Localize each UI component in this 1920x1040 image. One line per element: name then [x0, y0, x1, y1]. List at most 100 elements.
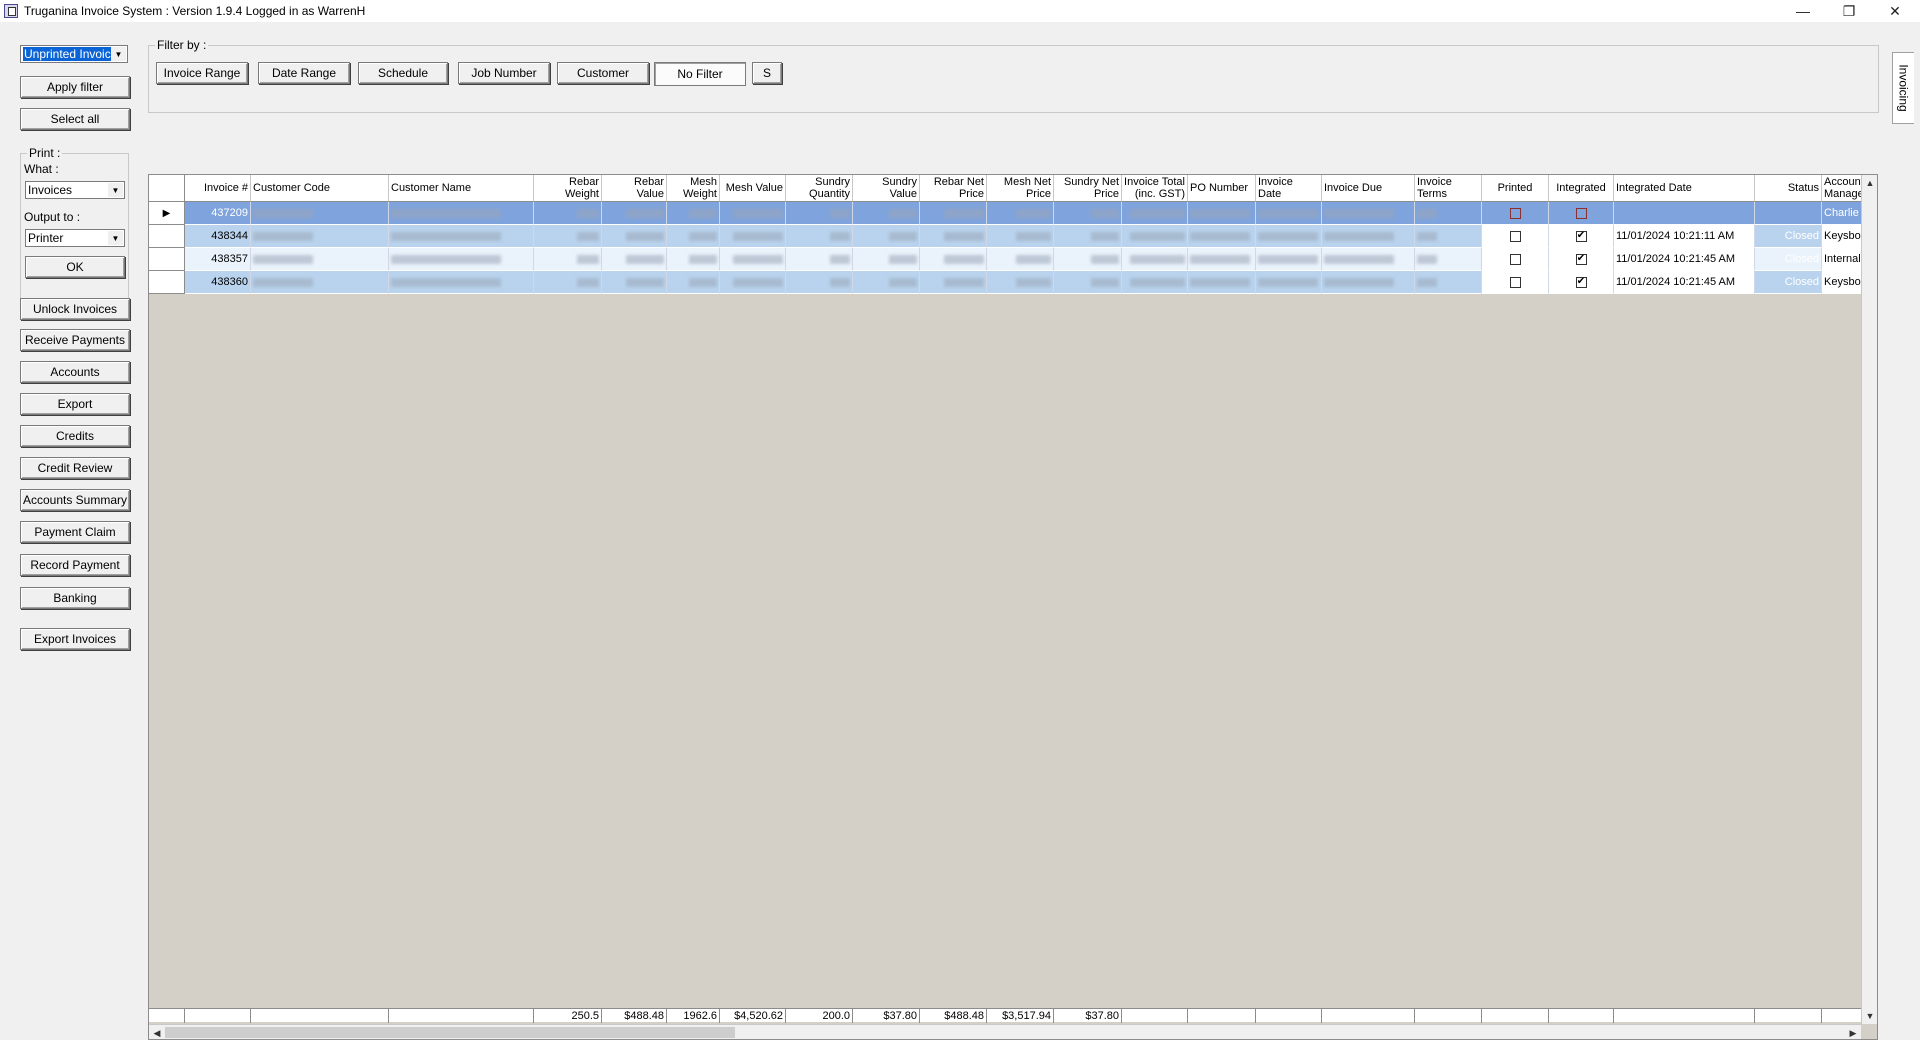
horizontal-scroll-thumb[interactable] — [165, 1027, 735, 1038]
integrated-checkbox[interactable]: ✔ — [1575, 230, 1587, 242]
filter-combo[interactable]: Unprinted Invoices ▼ — [20, 45, 128, 63]
filter-schedule-button[interactable]: Schedule — [358, 62, 448, 84]
column-header-label: Invoice Due — [1324, 182, 1383, 194]
accounts-button[interactable]: Accounts — [20, 361, 130, 383]
credits-button[interactable]: Credits — [20, 425, 130, 447]
column-header-label: Integrated Date — [1616, 182, 1692, 194]
column-header-printed[interactable]: Printed — [1482, 175, 1549, 202]
invoice-grid[interactable]: Invoice # Customer Code Customer Name Rebar… — [148, 174, 1878, 1040]
column-header-po-number[interactable]: PO Number — [1188, 175, 1256, 202]
window-title: Truganina Invoice System : Version 1.9.4… — [24, 4, 366, 18]
cell-po-number — [1188, 271, 1256, 294]
column-header-mesh-net-price[interactable]: Mesh Net Price — [987, 175, 1054, 202]
integrated-checkbox[interactable] — [1575, 207, 1587, 219]
row-selector[interactable]: ▶ — [149, 202, 185, 225]
column-header-sundry-value[interactable]: Sundry Value — [853, 175, 920, 202]
scroll-left-icon[interactable]: ◀ — [149, 1025, 165, 1039]
export-invoices-button[interactable]: Export Invoices — [20, 628, 130, 650]
cell-rebar-weight — [534, 202, 602, 225]
cell-printed[interactable] — [1482, 202, 1549, 225]
apply-filter-button[interactable]: Apply filter — [20, 76, 130, 98]
cell-printed[interactable] — [1482, 271, 1549, 294]
cell-sundry-quantity — [786, 202, 853, 225]
column-header-rebar-value[interactable]: Rebar Value — [602, 175, 667, 202]
total-po-number — [1188, 1009, 1256, 1023]
receive-payments-button[interactable]: Receive Payments — [20, 329, 130, 351]
cell-integrated[interactable]: ✔ — [1549, 271, 1614, 294]
chevron-down-icon[interactable]: ▼ — [108, 183, 123, 197]
row-selector[interactable] — [149, 248, 185, 271]
column-header-integrated-date[interactable]: Integrated Date — [1614, 175, 1755, 202]
cell-mesh-value — [720, 248, 786, 271]
accounts-summary-button[interactable]: Accounts Summary — [20, 489, 130, 511]
filter-job-number-button[interactable]: Job Number — [458, 62, 550, 84]
cell-integrated-date: 11/01/2024 10:21:45 AM — [1614, 248, 1755, 271]
column-header-sundry-net-price[interactable]: Sundry Net Price — [1054, 175, 1122, 202]
restore-button[interactable]: ❐ — [1826, 0, 1872, 22]
filter-no-filter-button[interactable]: No Filter — [654, 62, 746, 86]
integrated-checkbox[interactable]: ✔ — [1575, 253, 1587, 265]
horizontal-scrollbar[interactable]: ◀ ▶ — [149, 1024, 1861, 1039]
total-integrated — [1549, 1009, 1614, 1023]
scroll-up-icon[interactable]: ▲ — [1862, 175, 1877, 191]
cell-integrated[interactable]: ✔ — [1549, 225, 1614, 248]
row-selector[interactable] — [149, 225, 185, 248]
total-rebar-net-price: $488.48 — [920, 1009, 987, 1023]
column-header-mesh-value[interactable]: Mesh Value — [720, 175, 786, 202]
cell-account-manager: Internal — [1822, 248, 1862, 271]
cell-integrated[interactable]: ✔ — [1549, 248, 1614, 271]
what-combo[interactable]: Invoices ▼ — [25, 181, 125, 199]
minimize-button[interactable]: — — [1780, 0, 1826, 22]
column-header-mesh-weight[interactable]: Mesh Weight — [667, 175, 720, 202]
column-header-rebar-net-price[interactable]: Rebar Net Price — [920, 175, 987, 202]
integrated-checkbox[interactable]: ✔ — [1575, 276, 1587, 288]
redacted-value — [1258, 231, 1318, 241]
row-selector[interactable] — [149, 271, 185, 294]
chevron-down-icon[interactable]: ▼ — [108, 231, 123, 245]
column-header-invoice-date[interactable]: Invoice Date — [1256, 175, 1322, 202]
column-header-customer-name[interactable]: Customer Name — [389, 175, 534, 202]
credit-review-button[interactable]: Credit Review — [20, 457, 130, 479]
output-combo[interactable]: Printer ▼ — [25, 229, 125, 247]
banking-button[interactable]: Banking — [20, 587, 130, 609]
vertical-scrollbar[interactable]: ▲ ▼ — [1861, 175, 1877, 1024]
total-mesh-value: $4,520.62 — [720, 1009, 786, 1023]
column-header-rebar-weight[interactable]: Rebar Weight — [534, 175, 602, 202]
cell-mesh-net-price — [987, 202, 1054, 225]
close-button[interactable]: ✕ — [1872, 0, 1918, 22]
payment-claim-button[interactable]: Payment Claim — [20, 521, 130, 543]
select-all-button[interactable]: Select all — [20, 108, 130, 130]
unlock-invoices-button[interactable]: Unlock Invoices — [20, 298, 130, 320]
column-header-sundry-quantity[interactable]: Sundry Quantity — [786, 175, 853, 202]
filter-customer-button[interactable]: Customer — [557, 62, 649, 84]
redacted-value — [689, 231, 717, 241]
column-header-account-manager[interactable]: Account Manager — [1822, 175, 1862, 202]
column-header-customer-code[interactable]: Customer Code — [251, 175, 389, 202]
chevron-down-icon[interactable]: ▼ — [111, 47, 126, 61]
printed-checkbox[interactable] — [1509, 253, 1521, 265]
tab-invoicing[interactable]: Invoicing — [1892, 52, 1914, 124]
column-header-invoice-due[interactable]: Invoice Due — [1322, 175, 1415, 202]
record-payment-button[interactable]: Record Payment — [20, 554, 130, 576]
scroll-right-icon[interactable]: ▶ — [1845, 1025, 1861, 1039]
cell-mesh-value — [720, 225, 786, 248]
printed-checkbox[interactable] — [1509, 207, 1521, 219]
cell-integrated[interactable] — [1549, 202, 1614, 225]
ok-button[interactable]: OK — [25, 256, 125, 278]
export-button[interactable]: Export — [20, 393, 130, 415]
column-header-invoice-total[interactable]: Invoice Total (inc. GST) — [1122, 175, 1188, 202]
column-header-invoice-terms[interactable]: Invoice Terms — [1415, 175, 1482, 202]
cell-printed[interactable] — [1482, 225, 1549, 248]
print-group-label: Print : — [27, 146, 63, 160]
printed-checkbox[interactable] — [1509, 230, 1521, 242]
filter-invoice-range-button[interactable]: Invoice Range — [156, 62, 248, 84]
cell-printed[interactable] — [1482, 248, 1549, 271]
redacted-value — [253, 231, 313, 241]
filter-date-range-button[interactable]: Date Range — [258, 62, 350, 84]
filter-s-button[interactable]: S — [752, 62, 782, 84]
column-header-integrated[interactable]: Integrated — [1549, 175, 1614, 202]
column-header-invoice-number[interactable]: Invoice # — [185, 175, 251, 202]
printed-checkbox[interactable] — [1509, 276, 1521, 288]
scroll-down-icon[interactable]: ▼ — [1862, 1008, 1877, 1024]
column-header-status[interactable]: Status — [1755, 175, 1822, 202]
